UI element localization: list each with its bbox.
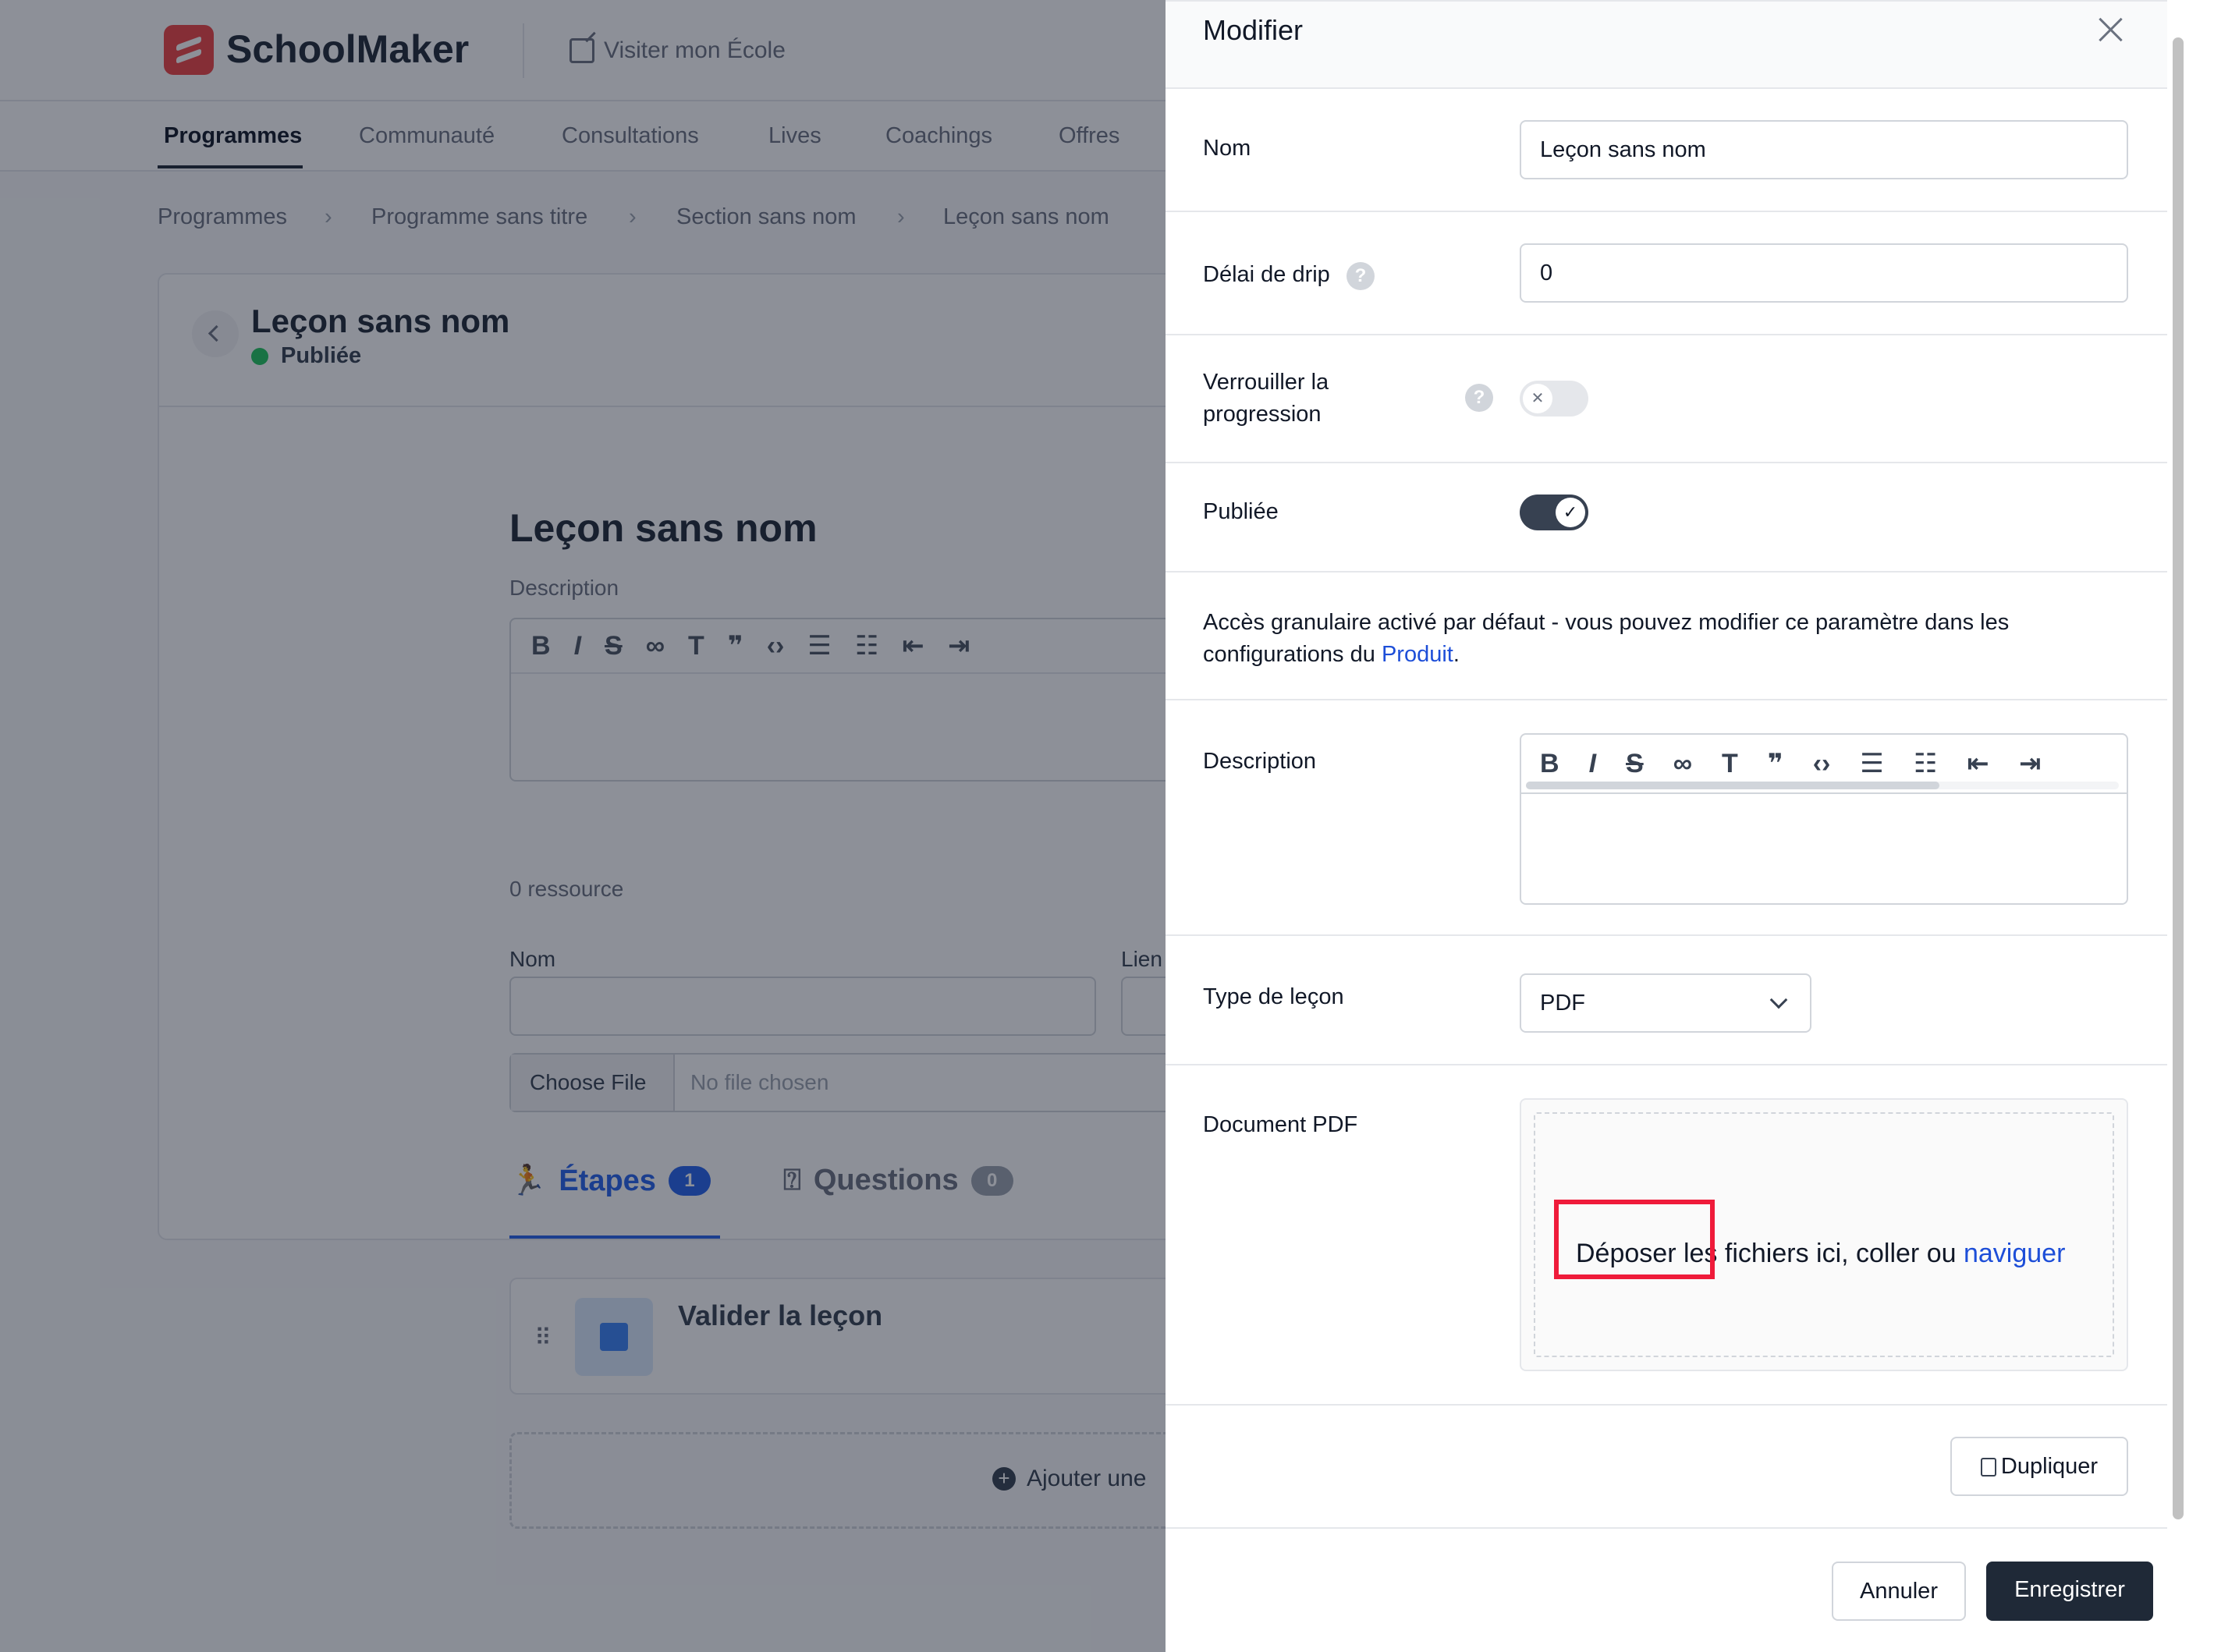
save-button[interactable]: Enregistrer [1986, 1562, 2153, 1621]
lesson-type-select[interactable]: PDF [1520, 973, 1811, 1033]
link-icon[interactable]: ∞ [1673, 749, 1692, 779]
pdf-label: Document PDF [1203, 1112, 1358, 1137]
browse-link[interactable]: naviguer [1964, 1239, 2065, 1268]
panel-scrollbar-thumb[interactable] [2173, 37, 2184, 1519]
highlight-box [1554, 1200, 1715, 1279]
info-row: Accès granulaire activé par défaut - vou… [1166, 573, 2168, 700]
bold-icon[interactable]: B [1540, 749, 1559, 779]
published-label: Publiée [1203, 499, 1279, 524]
info-end: . [1453, 642, 1460, 667]
info-text: Accès granulaire activé par défaut - vou… [1203, 610, 2010, 667]
lock-label: Verrouiller la progression [1203, 370, 1329, 427]
description-editor[interactable]: B I S ∞ T ❞ ‹› ☰ ☷ ⇤ ⇥ [1520, 733, 2128, 905]
duplicate-label: Dupliquer [2000, 1454, 2099, 1479]
granular-access-info: Accès granulaire activé par défaut - vou… [1203, 607, 2139, 671]
name-label: Nom [1203, 136, 1251, 161]
copy-icon [1980, 1458, 1996, 1477]
panel-footer: Annuler Enregistrer [1166, 1527, 2167, 1652]
published-row: Publiée ✓ [1166, 463, 2168, 573]
lock-toggle[interactable]: ✕ [1520, 381, 1588, 417]
panel-header: Modifier [1166, 0, 2168, 89]
description-label: Description [1203, 749, 1317, 774]
drip-label: Délai de drip [1203, 262, 1330, 287]
published-toggle[interactable]: ✓ [1520, 495, 1588, 530]
description-row: Description B I S ∞ T ❞ ‹› ☰ ☷ ⇤ ⇥ [1166, 700, 2168, 936]
duplicate-row: Dupliquer [1166, 1406, 2168, 1527]
duplicate-button[interactable]: Dupliquer [1950, 1437, 2128, 1496]
help-icon[interactable]: ? [1465, 384, 1493, 412]
lock-row: Verrouiller la progression ? ✕ [1166, 335, 2168, 463]
indent-icon[interactable]: ⇥ [2019, 748, 2042, 779]
drip-input[interactable]: 0 [1520, 243, 2128, 303]
panel-title: Modifier [1203, 14, 1304, 46]
toolbar-scrollbar-thumb[interactable] [1526, 782, 1939, 789]
italic-icon[interactable]: I [1589, 749, 1596, 779]
help-icon[interactable]: ? [1346, 262, 1375, 290]
bullet-list-icon[interactable]: ☰ [1860, 748, 1883, 779]
type-label: Type de leçon [1203, 984, 1344, 1009]
code-icon[interactable]: ‹› [1813, 749, 1831, 779]
type-row: Type de leçon PDF [1166, 936, 2168, 1065]
toolbar-scrollbar[interactable] [1526, 782, 2119, 789]
close-icon[interactable] [2094, 12, 2128, 47]
check-icon: ✓ [1556, 498, 1585, 527]
cancel-button[interactable]: Annuler [1832, 1562, 1966, 1621]
edit-panel: Modifier Nom Leçon sans nom Délai de dri… [1166, 0, 2214, 1652]
quote-icon[interactable]: ❞ [1768, 748, 1783, 779]
chevron-down-icon [1769, 991, 1788, 1009]
strikethrough-icon[interactable]: S [1626, 749, 1644, 779]
x-icon: ✕ [1523, 384, 1552, 413]
drip-row: Délai de drip ? 0 [1166, 212, 2168, 335]
heading-icon[interactable]: T [1722, 749, 1738, 779]
numbered-list-icon[interactable]: ☷ [1914, 748, 1937, 779]
name-row: Nom Leçon sans nom [1166, 89, 2168, 212]
product-link[interactable]: Produit [1382, 642, 1453, 667]
outdent-icon[interactable]: ⇤ [1967, 748, 1989, 779]
name-input[interactable]: Leçon sans nom [1520, 120, 2128, 179]
lesson-type-value: PDF [1540, 991, 1585, 1016]
